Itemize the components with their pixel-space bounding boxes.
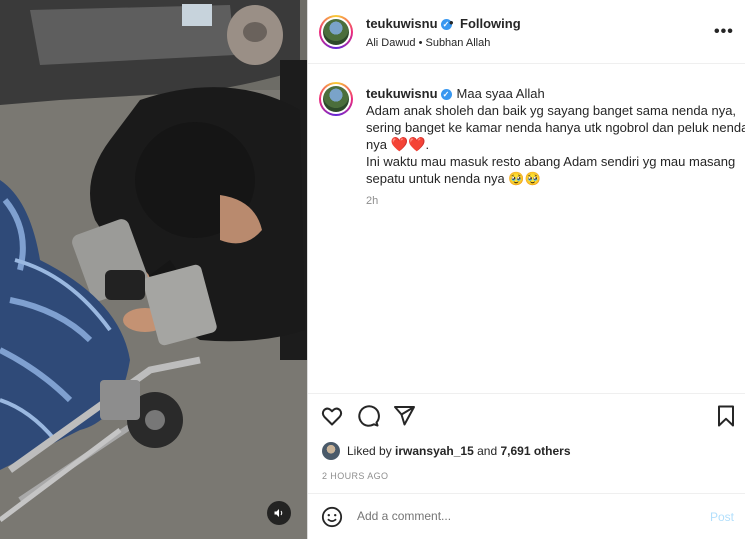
- caption-text-line-5: Ini waktu mau masuk resto abang Adam sen…: [366, 154, 736, 169]
- post-comment-button[interactable]: Post: [710, 510, 734, 524]
- post-detail-panel: teukuwisnu ✓ • Following Ali Dawud • Subh…: [307, 0, 745, 539]
- caption-text-line-6: sepatu untuk nenda nya 🥹🥹: [366, 171, 541, 186]
- speaker-icon: [274, 509, 283, 517]
- author-avatar[interactable]: [319, 15, 353, 49]
- emoji-icon[interactable]: [321, 506, 343, 528]
- header-separator: •: [449, 15, 454, 30]
- post-timestamp[interactable]: 2 HOURS AGO: [322, 471, 388, 481]
- caption-text-line-1: Maa syaa Allah: [456, 86, 545, 101]
- caption-username[interactable]: teukuwisnu: [366, 86, 438, 101]
- paper-plane-icon[interactable]: [392, 404, 416, 428]
- post-media[interactable]: [0, 0, 307, 539]
- caption-author-avatar[interactable]: [319, 82, 353, 116]
- caption-text-line-4: nya ❤️❤️.: [366, 136, 430, 152]
- liker-username[interactable]: irwansyah_15: [395, 444, 474, 458]
- heart-icon[interactable]: [320, 404, 344, 428]
- likes-text: Liked by irwansyah_15 and 7,691 others: [347, 444, 571, 458]
- caption-timestamp[interactable]: 2h: [366, 195, 378, 207]
- liker-avatar[interactable]: [322, 442, 340, 460]
- caption-text-line-2: Adam anak sholeh dan baik yg sayang bang…: [366, 103, 737, 118]
- author-username[interactable]: teukuwisnu ✓: [366, 16, 452, 31]
- caption-text-line-3: sering banget ke kamar nenda hanya utk n…: [366, 120, 745, 135]
- post-actions-section: Liked by irwansyah_15 and 7,691 others 2…: [308, 393, 745, 539]
- audio-attribution-link[interactable]: Ali Dawud • Subhan Allah: [366, 37, 490, 49]
- media-image: [0, 0, 307, 539]
- post-header: teukuwisnu ✓ • Following Ali Dawud • Subh…: [308, 0, 745, 64]
- comment-bar: Post: [308, 493, 745, 539]
- heart-emoji: ❤️❤️: [390, 136, 426, 152]
- comment-input[interactable]: [357, 509, 677, 523]
- comment-icon[interactable]: [356, 404, 380, 428]
- bookmark-icon[interactable]: [714, 404, 738, 428]
- likes-count-link[interactable]: 7,691 others: [500, 444, 570, 458]
- verified-badge-icon: ✓: [440, 89, 452, 100]
- following-button[interactable]: Following: [460, 16, 521, 31]
- mute-toggle-button[interactable]: [267, 501, 291, 525]
- caption-first-line: teukuwisnu ✓ Maa syaa Allah: [366, 86, 545, 101]
- post-caption: teukuwisnu ✓ Maa syaa Allah Adam anak shol…: [308, 64, 745, 392]
- caption-body: Adam anak sholeh dan baik yg sayang bang…: [366, 102, 745, 187]
- more-options-icon[interactable]: •••: [714, 22, 734, 42]
